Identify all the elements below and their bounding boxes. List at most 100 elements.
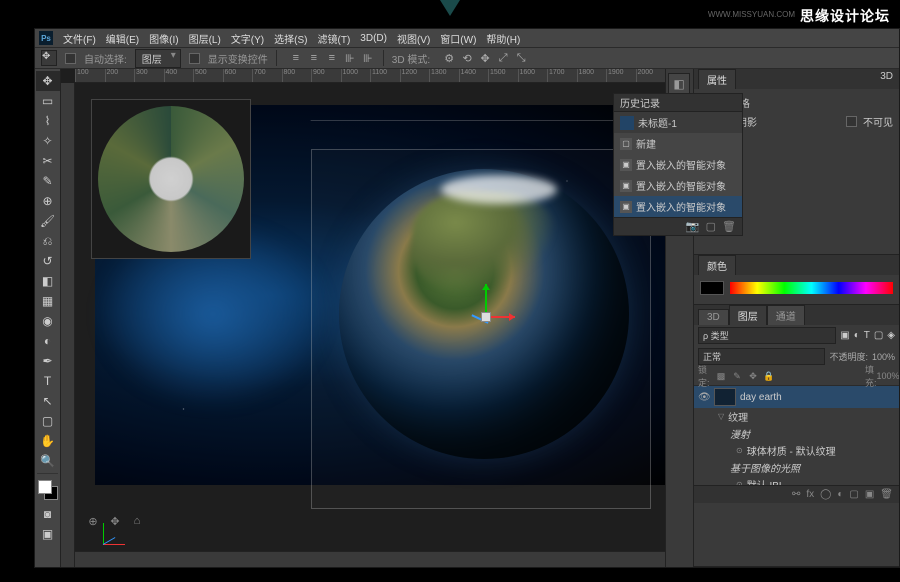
color-tab[interactable]: 颜色	[698, 255, 736, 275]
new-state-icon[interactable]: ▢	[706, 220, 716, 233]
layer-sub[interactable]: 基于图像的光照	[694, 459, 899, 476]
history-item[interactable]: ▣置入嵌入的智能对象	[614, 154, 742, 175]
menu-view[interactable]: 视图(V)	[393, 30, 434, 47]
properties-tab[interactable]: 属性	[698, 69, 736, 89]
secondary-view[interactable]	[91, 99, 251, 259]
brush-tool[interactable]: 🖌	[36, 211, 60, 231]
filter-smart-icon[interactable]: ◈	[887, 330, 895, 341]
scale-icon[interactable]: ⤡	[514, 51, 528, 65]
screenmode-tool[interactable]: ▣	[36, 524, 60, 544]
opacity-value[interactable]: 100%	[872, 352, 895, 362]
path-tool[interactable]: ↖	[36, 391, 60, 411]
gizmo-center[interactable]	[481, 312, 491, 322]
lock-pixel-icon[interactable]: ✎	[730, 369, 744, 383]
layer-sub[interactable]: 漫射	[694, 425, 899, 442]
filter-kind[interactable]: ρ 类型	[698, 327, 836, 344]
menu-file[interactable]: 文件(F)	[59, 30, 100, 47]
menu-filter[interactable]: 滤镜(T)	[314, 30, 355, 47]
3d-gizmo[interactable]	[471, 304, 501, 334]
filter-type-icon[interactable]: T	[864, 330, 870, 341]
menu-select[interactable]: 选择(S)	[270, 30, 311, 47]
gizmo-y-axis[interactable]	[485, 284, 487, 314]
auto-select-dropdown[interactable]: 图层	[135, 49, 181, 68]
align-icon[interactable]: ⊪	[343, 51, 357, 65]
crop-tool[interactable]: ✂	[36, 151, 60, 171]
layer-sub[interactable]: ▽纹理	[694, 408, 899, 425]
eraser-tool[interactable]: ◧	[36, 271, 60, 291]
filter-pixel-icon[interactable]: ▣	[840, 330, 849, 341]
hue-strip[interactable]	[730, 282, 893, 294]
history-doc-row[interactable]: 未标题-1	[614, 112, 742, 133]
lock-pos-icon[interactable]: ✥	[746, 369, 760, 383]
zoom-tool[interactable]: 🔍	[36, 451, 60, 471]
tab-channels[interactable]: 通道	[767, 305, 805, 325]
menu-3d[interactable]: 3D(D)	[356, 32, 391, 45]
fx-icon[interactable]: fx	[806, 489, 814, 500]
blur-tool[interactable]: ◉	[36, 311, 60, 331]
layer-thumb[interactable]	[714, 388, 736, 406]
auto-select-checkbox[interactable]	[65, 53, 76, 64]
align-icon[interactable]: ⊪	[361, 51, 375, 65]
history-item[interactable]: ▢新建	[614, 133, 742, 154]
ps-logo[interactable]: Ps	[39, 31, 53, 45]
menu-help[interactable]: 帮助(H)	[482, 30, 524, 47]
tab-layers[interactable]: 图层	[729, 305, 767, 325]
gradient-tool[interactable]: ▦	[36, 291, 60, 311]
ground-orbit-icon[interactable]: ⊕	[85, 513, 101, 529]
menu-layer[interactable]: 图层(L)	[185, 30, 225, 47]
history-tab[interactable]: 历史记录	[614, 94, 742, 112]
twirl-icon[interactable]: ▽	[718, 412, 724, 421]
align-icon[interactable]: ≡	[289, 51, 303, 65]
menu-image[interactable]: 图像(I)	[145, 30, 182, 47]
wand-tool[interactable]: ✧	[36, 131, 60, 151]
orbit-icon[interactable]: ⚙	[442, 51, 456, 65]
mask-icon[interactable]: ◯	[820, 489, 831, 500]
color-chip[interactable]	[700, 281, 724, 295]
trash-icon[interactable]: 🗑	[722, 220, 736, 233]
ruler-vertical[interactable]	[61, 83, 75, 567]
hand-tool[interactable]: ✋	[36, 431, 60, 451]
blend-mode-select[interactable]: 正常	[698, 348, 825, 365]
layer-sub[interactable]: ⊙默认 IBL	[694, 476, 899, 485]
fg-color[interactable]	[38, 480, 52, 494]
history-brush-tool[interactable]: ↺	[36, 251, 60, 271]
history-item[interactable]: ▣置入嵌入的智能对象	[614, 175, 742, 196]
ground-home-icon[interactable]: ⌂	[129, 513, 145, 529]
pan-icon[interactable]: ✥	[478, 51, 492, 65]
fill-value[interactable]: 100%	[881, 369, 895, 383]
group-icon[interactable]: ▢	[849, 489, 858, 500]
canvas-area[interactable]: 1002003004005006007008009001000110012001…	[61, 69, 665, 567]
adjustment-icon[interactable]: ◐	[837, 489, 843, 500]
menu-type[interactable]: 文字(Y)	[227, 30, 268, 47]
dock-color-icon[interactable]: ◧	[668, 73, 690, 95]
layer-name[interactable]: day earth	[740, 392, 782, 403]
align-icon[interactable]: ≡	[307, 51, 321, 65]
camera-icon[interactable]: 📷	[686, 220, 700, 233]
dodge-tool[interactable]: ◐	[36, 331, 60, 351]
ruler-horizontal[interactable]: 1002003004005006007008009001000110012001…	[75, 69, 665, 83]
lasso-tool[interactable]: ⌇	[36, 111, 60, 131]
visibility-icon[interactable]: 👁	[698, 392, 710, 403]
heal-tool[interactable]: ⊕	[36, 191, 60, 211]
move-tool[interactable]: ✥	[36, 71, 60, 91]
link-layers-icon[interactable]: ⚯	[792, 489, 800, 500]
lock-all-icon[interactable]: 🔒	[762, 369, 776, 383]
align-icon[interactable]: ≡	[325, 51, 339, 65]
pen-tool[interactable]: ✒	[36, 351, 60, 371]
current-tool-icon[interactable]: ✥	[41, 50, 57, 66]
invisible-checkbox[interactable]	[846, 116, 857, 127]
lock-trans-icon[interactable]: ▩	[714, 369, 728, 383]
new-layer-icon[interactable]: ▣	[865, 489, 874, 500]
menu-window[interactable]: 窗口(W)	[436, 30, 480, 47]
slide-icon[interactable]: ⤢	[496, 51, 510, 65]
filter-adjust-icon[interactable]: ◐	[854, 330, 860, 341]
history-item[interactable]: ▣置入嵌入的智能对象	[614, 196, 742, 217]
eyedropper-tool[interactable]: ✎	[36, 171, 60, 191]
shape-tool[interactable]: ▢	[36, 411, 60, 431]
history-panel[interactable]: 历史记录 未标题-1 ▢新建 ▣置入嵌入的智能对象 ▣置入嵌入的智能对象 ▣置入…	[613, 93, 743, 236]
type-tool[interactable]: T	[36, 371, 60, 391]
marquee-tool[interactable]: ▭	[36, 91, 60, 111]
rotate-icon[interactable]: ⟲	[460, 51, 474, 65]
layer-sub[interactable]: ⊙球体材质 - 默认纹理	[694, 442, 899, 459]
menu-edit[interactable]: 编辑(E)	[102, 30, 143, 47]
